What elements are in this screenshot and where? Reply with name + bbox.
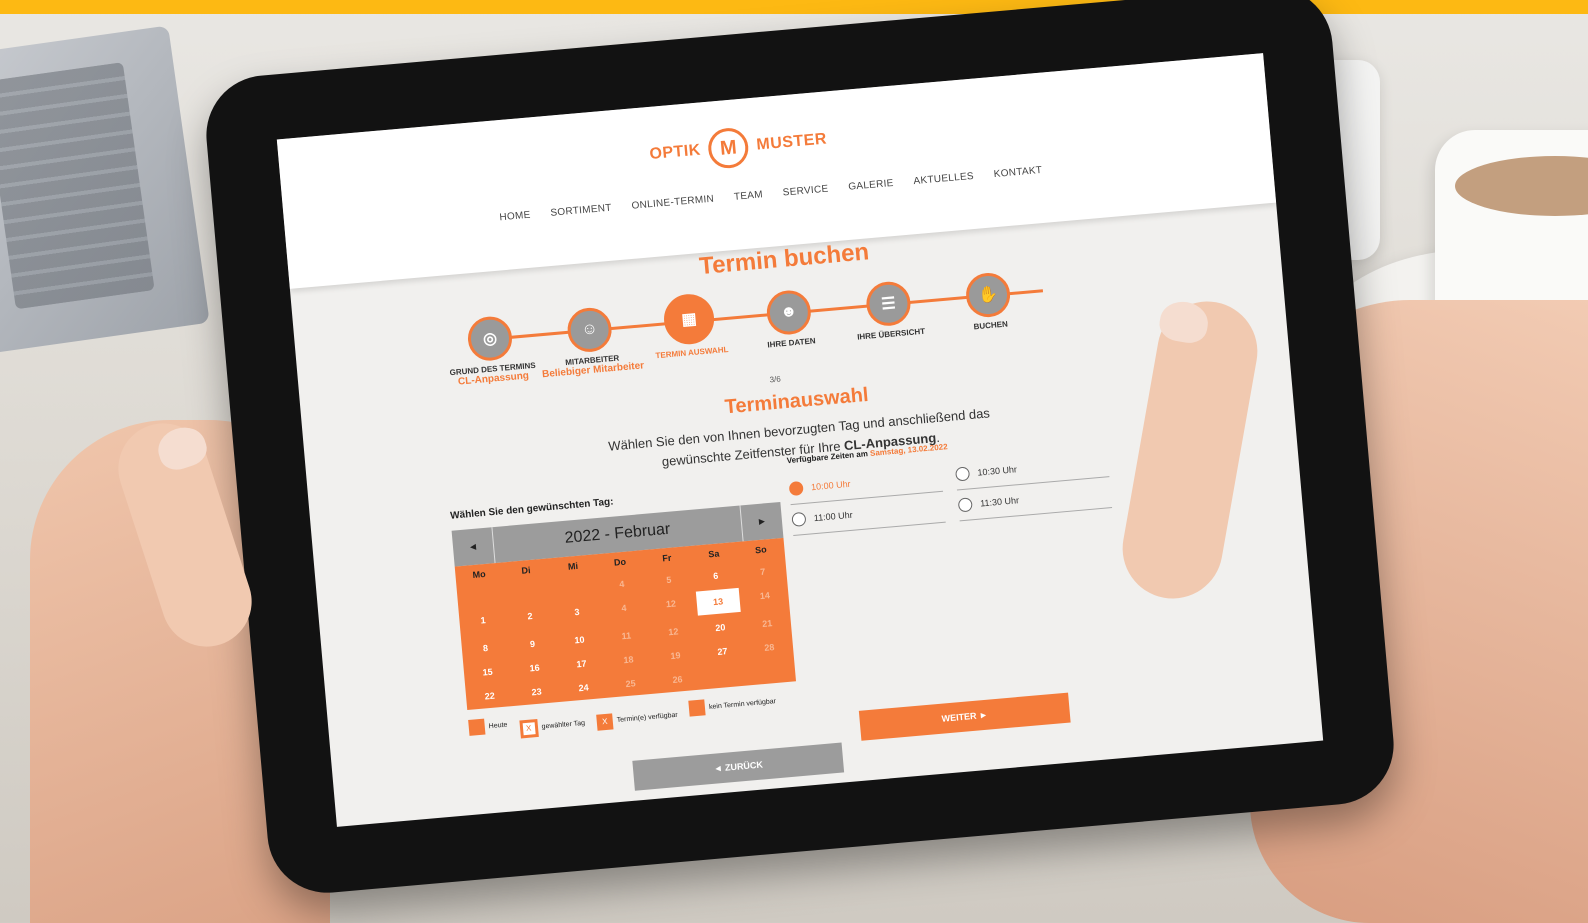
calendar-day[interactable]: 6 bbox=[691, 562, 740, 590]
calendar-day[interactable]: 3 bbox=[552, 598, 601, 626]
calendar-day bbox=[747, 657, 796, 685]
keyboard bbox=[0, 62, 155, 310]
radio-icon bbox=[954, 466, 971, 482]
coffee bbox=[1455, 156, 1588, 216]
glasses-icon: ◎ bbox=[466, 314, 514, 363]
laptop-background bbox=[0, 25, 210, 355]
logo-text-right: MUSTER bbox=[755, 130, 828, 154]
top-accent-bar bbox=[0, 0, 1588, 14]
calendar-day bbox=[700, 661, 749, 689]
legend-box bbox=[468, 718, 486, 736]
nav-kontakt[interactable]: KONTAKT bbox=[993, 165, 1042, 180]
prev-month-button[interactable]: ◄ bbox=[452, 527, 495, 566]
calendar-day: 25 bbox=[625, 678, 637, 690]
nav-galerie[interactable]: GALERIE bbox=[848, 178, 894, 193]
legend-item: X Termin(e) verfügbar bbox=[596, 707, 678, 731]
nav-service[interactable]: SERVICE bbox=[782, 184, 829, 199]
step-buchen: ✋ BUCHEN bbox=[921, 267, 1055, 335]
legend-item: Heute bbox=[468, 717, 508, 736]
calendar-day[interactable]: 23 bbox=[512, 678, 561, 706]
step-label: BUCHEN bbox=[973, 319, 1009, 332]
person-icon: ☺ bbox=[565, 306, 614, 354]
calendar-grid: Mo Di Mi Do Fr Sa So 4 5 6 7 1 2 3 4 12 13 14 8 9 10 11 12 20 21… bbox=[454, 537, 797, 711]
slot-time: 10:30 Uhr bbox=[977, 464, 1018, 478]
radio-icon bbox=[788, 480, 804, 497]
legend-text: Heute bbox=[488, 721, 508, 730]
legend-item: kein Termin verfügbar bbox=[688, 693, 776, 717]
slot-time: 10:00 Uhr bbox=[810, 478, 851, 493]
legend-item: Xgewählter Tag bbox=[518, 714, 586, 738]
calendar-icon: ▦ bbox=[661, 292, 717, 347]
calendar-day[interactable]: 24 bbox=[559, 674, 608, 702]
calendar-day: 12 bbox=[665, 598, 677, 610]
logo[interactable]: OPTIK M MUSTER bbox=[648, 120, 829, 175]
user-icon: ☻ bbox=[765, 288, 813, 337]
calendar-day[interactable]: 1 bbox=[459, 606, 508, 634]
legend-text: kein Termin verfügbar bbox=[708, 697, 777, 711]
legend-text: gewählter Tag bbox=[541, 719, 586, 731]
checklist-icon: ☰ bbox=[864, 279, 913, 328]
calendar-day: 4 bbox=[621, 602, 627, 614]
calendar-day: 26 bbox=[672, 674, 683, 686]
logo-mark-icon: M bbox=[707, 126, 751, 170]
calendar-day[interactable]: 13 bbox=[695, 587, 741, 616]
next-month-button[interactable]: ► bbox=[740, 502, 783, 541]
calendar: ◄ 2022 - Februar ► Mo Di Mi Do Fr Sa So 4 5 6 7 1 2 3… bbox=[451, 501, 797, 711]
main-nav: HOME SORTIMENT ONLINE-TERMIN TEAM SERVIC… bbox=[499, 165, 1043, 223]
handshake-icon: ✋ bbox=[964, 271, 1012, 319]
next-button[interactable]: WEITER ► bbox=[858, 692, 1071, 741]
slot-time: 11:30 Uhr bbox=[979, 495, 1020, 509]
nav-team[interactable]: TEAM bbox=[734, 189, 764, 202]
calendar-day[interactable]: 2 bbox=[506, 602, 555, 630]
slot-time: 11:00 Uhr bbox=[813, 509, 854, 524]
nav-sortiment[interactable]: SORTIMENT bbox=[550, 203, 612, 219]
logo-text-left: OPTIK bbox=[648, 141, 702, 163]
back-button[interactable]: ◄ ZURÜCK bbox=[632, 742, 845, 791]
radio-icon bbox=[957, 497, 973, 513]
nav-aktuelles[interactable]: AKTUELLES bbox=[913, 171, 974, 187]
calendar-day[interactable]: 22 bbox=[465, 682, 514, 710]
legend-box: X bbox=[518, 718, 539, 738]
step-counter: 3/6 bbox=[769, 374, 782, 385]
nav-home[interactable]: HOME bbox=[499, 210, 531, 224]
legend-text: Termin(e) verfügbar bbox=[616, 711, 678, 725]
nav-online-termin[interactable]: ONLINE-TERMIN bbox=[631, 194, 714, 212]
legend-box: X bbox=[596, 712, 614, 731]
radio-icon bbox=[791, 511, 807, 527]
legend-box bbox=[688, 699, 706, 717]
calendar-day: 14 bbox=[759, 590, 771, 602]
